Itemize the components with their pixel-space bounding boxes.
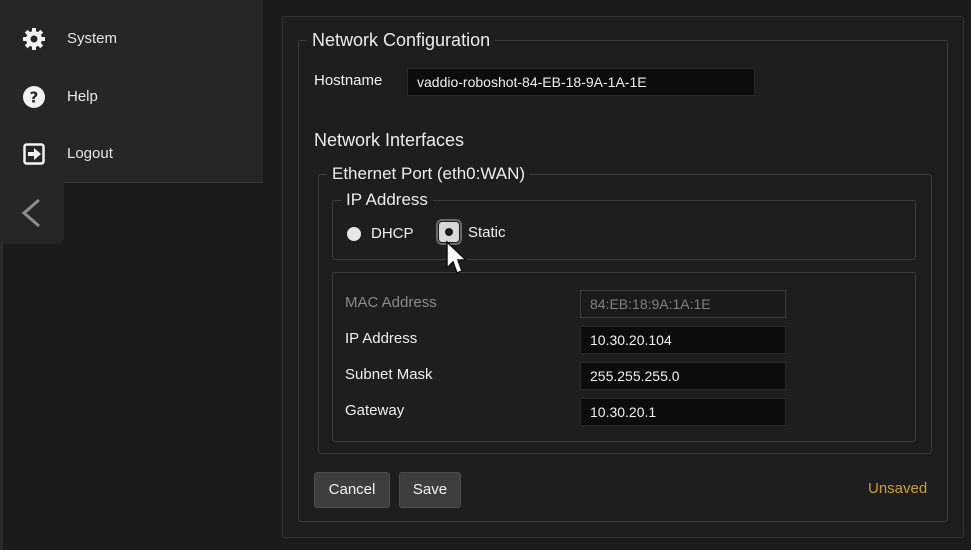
network-interfaces-title: Network Interfaces bbox=[314, 130, 465, 150]
help-icon: ? bbox=[22, 85, 46, 109]
logout-icon bbox=[22, 142, 46, 166]
ip-address-label: IP Address bbox=[345, 330, 418, 347]
gateway-input[interactable] bbox=[580, 398, 786, 426]
dhcp-radio[interactable]: DHCP bbox=[347, 225, 414, 242]
hostname-input[interactable] bbox=[407, 68, 755, 96]
radio-label: Static bbox=[468, 223, 506, 241]
section-title: Ethernet Port (eth0:WAN) bbox=[332, 164, 526, 183]
hostname-label: Hostname bbox=[314, 72, 383, 89]
radio-selected-icon bbox=[436, 219, 462, 245]
svg-text:?: ? bbox=[30, 89, 39, 107]
ip-address-mode-section: IP Address bbox=[332, 190, 916, 260]
cancel-button[interactable]: Cancel bbox=[314, 472, 390, 508]
mac-address-field bbox=[580, 290, 786, 318]
section-title: Network Configuration bbox=[312, 30, 491, 50]
sidebar-item-label: Help bbox=[67, 88, 98, 105]
section-title: IP Address bbox=[346, 190, 428, 209]
mac-address-label: MAC Address bbox=[345, 294, 437, 311]
ip-address-input[interactable] bbox=[580, 326, 786, 354]
gateway-label: Gateway bbox=[345, 402, 405, 419]
sidebar-edge bbox=[0, 244, 3, 550]
static-radio[interactable]: Static bbox=[436, 219, 506, 245]
sidebar-item-label: System bbox=[67, 30, 118, 47]
subnet-mask-input[interactable] bbox=[580, 362, 786, 390]
mouse-pointer-icon bbox=[445, 240, 469, 281]
gear-icon bbox=[22, 27, 46, 51]
sidebar: System ? Help Logout bbox=[0, 0, 263, 183]
save-button[interactable]: Save bbox=[399, 472, 461, 508]
subnet-mask-label: Subnet Mask bbox=[345, 366, 433, 383]
unsaved-status: Unsaved bbox=[868, 480, 928, 497]
sidebar-item-logout[interactable]: Logout bbox=[0, 134, 263, 174]
radio-label: DHCP bbox=[371, 225, 414, 242]
sidebar-collapse-button[interactable] bbox=[0, 182, 64, 244]
sidebar-item-label: Logout bbox=[67, 145, 113, 162]
radio-unselected-icon bbox=[347, 226, 361, 241]
sidebar-item-system[interactable]: System bbox=[0, 19, 263, 59]
sidebar-item-help[interactable]: ? Help bbox=[0, 77, 263, 117]
